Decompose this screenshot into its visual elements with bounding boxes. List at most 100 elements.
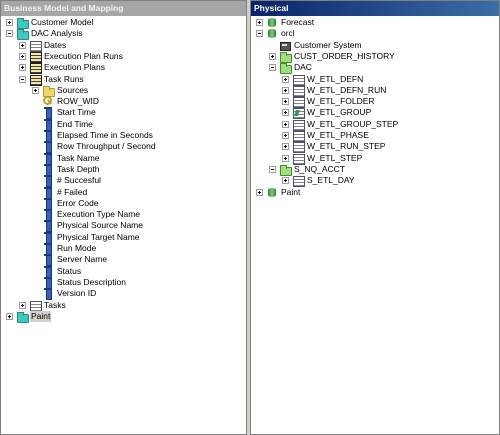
tree-item-dac-analysis[interactable]: DAC Analysis bbox=[1, 28, 246, 41]
column-icon bbox=[42, 118, 54, 131]
tree-item-cust-order-history[interactable]: CUST_ORDER_HISTORY bbox=[251, 51, 499, 63]
tree-item-task-runs[interactable]: Task Runs bbox=[1, 73, 246, 86]
tree-item-label: Physical Source Name bbox=[57, 220, 143, 231]
tree-item-error-code[interactable]: Error Code bbox=[1, 197, 246, 210]
folder-yellow-icon bbox=[42, 85, 55, 97]
expand-plus-icon[interactable] bbox=[6, 19, 13, 26]
tree-item-s-nq-acct[interactable]: S_NQ_ACCT bbox=[251, 164, 499, 176]
column-icon bbox=[42, 186, 54, 199]
tree-item-row-throughput[interactable]: Row Throughput / Second bbox=[1, 141, 246, 154]
tree-item-execution-type-name[interactable]: Execution Type Name bbox=[1, 209, 246, 222]
tree-item-label: Paint bbox=[281, 186, 301, 197]
tree-item-execution-plans[interactable]: Execution Plans bbox=[1, 62, 246, 75]
tree-item-num-failed[interactable]: # Failed bbox=[1, 186, 246, 199]
tree-item-dates[interactable]: Dates bbox=[1, 40, 246, 52]
tree-item-physical-source-name[interactable]: Physical Source Name bbox=[1, 220, 246, 233]
tree-item-label: orcl bbox=[281, 28, 295, 39]
tree-item-paint-db[interactable]: Paint bbox=[251, 187, 499, 198]
expand-plus-icon[interactable] bbox=[32, 86, 39, 94]
expand-plus-icon[interactable] bbox=[282, 132, 289, 139]
tree-item-dac[interactable]: DAC bbox=[251, 62, 499, 75]
table-icon bbox=[292, 96, 305, 109]
folder-green-icon bbox=[279, 164, 292, 176]
tree-item-task-name[interactable]: Task Name bbox=[1, 152, 246, 165]
tree-item-task-depth[interactable]: Task Depth bbox=[1, 163, 246, 176]
tree-item-w-etl-defn-run[interactable]: W_ETL_DEFN_RUN bbox=[251, 85, 499, 97]
tree-item-label: Execution Plan Runs bbox=[44, 50, 123, 61]
tree-item-w-etl-step[interactable]: W_ETL_STEP bbox=[251, 152, 499, 165]
collapse-minus-icon[interactable] bbox=[19, 75, 26, 83]
tree-item-num-succesful[interactable]: # Succesful bbox=[1, 175, 246, 188]
collapse-minus-icon[interactable] bbox=[6, 30, 13, 38]
tree-item-w-etl-group-step[interactable]: W_ETL_GROUP_STEP bbox=[251, 118, 499, 131]
fact-table-icon bbox=[29, 62, 42, 75]
tree-item-run-mode[interactable]: Run Mode bbox=[1, 243, 246, 255]
tree-item-label: DAC bbox=[294, 62, 312, 73]
table-icon bbox=[292, 85, 305, 97]
tree-item-version-id[interactable]: Version ID bbox=[1, 288, 246, 301]
tree-item-s-etl-day[interactable]: S_ETL_DAY bbox=[251, 175, 499, 188]
connection-pool-icon bbox=[279, 40, 291, 51]
expand-plus-icon[interactable] bbox=[282, 120, 289, 128]
tree-item-physical-target-name[interactable]: Physical Target Name bbox=[1, 231, 246, 244]
expand-plus-icon[interactable] bbox=[282, 75, 289, 83]
tree-item-sources[interactable]: Sources bbox=[1, 85, 246, 97]
expand-plus-icon[interactable] bbox=[282, 98, 289, 106]
database-icon bbox=[266, 28, 278, 39]
tree-item-label: S_ETL_DAY bbox=[307, 175, 355, 186]
expand-plus-icon[interactable] bbox=[19, 64, 26, 72]
tree-item-label: Task Runs bbox=[44, 73, 84, 84]
expand-plus-icon[interactable] bbox=[19, 41, 26, 49]
column-icon bbox=[42, 243, 54, 255]
tree-item-w-etl-folder[interactable]: W_ETL_FOLDER bbox=[251, 96, 499, 109]
expand-plus-icon[interactable] bbox=[256, 19, 263, 26]
column-icon bbox=[42, 152, 54, 165]
expand-plus-icon[interactable] bbox=[256, 188, 263, 196]
tree-item-status[interactable]: Status bbox=[1, 265, 246, 278]
tree-item-forecast[interactable]: Forecast bbox=[251, 17, 499, 28]
tree-item-elapsed-time[interactable]: Elapsed Time in Seconds bbox=[1, 130, 246, 142]
expand-plus-icon[interactable] bbox=[19, 301, 26, 309]
column-icon bbox=[42, 209, 54, 222]
tree-item-label: Version ID bbox=[57, 288, 97, 299]
table-icon bbox=[292, 141, 305, 154]
expand-plus-icon[interactable] bbox=[282, 177, 289, 185]
physical-pane-title: Physical bbox=[251, 1, 499, 16]
tree-item-label: Execution Plans bbox=[44, 62, 105, 73]
table-icon bbox=[29, 40, 42, 52]
tree-item-label: Paint bbox=[30, 310, 52, 322]
expand-plus-icon[interactable] bbox=[282, 143, 289, 151]
expand-plus-icon[interactable] bbox=[6, 312, 13, 320]
tree-item-end-time[interactable]: End Time bbox=[1, 118, 246, 131]
tree-item-label: Task Name bbox=[57, 152, 100, 163]
tree-item-server-name[interactable]: Server Name bbox=[1, 254, 246, 267]
expand-plus-icon[interactable] bbox=[19, 52, 26, 60]
tree-item-label: Row Throughput / Second bbox=[57, 141, 156, 152]
tree-item-label: Customer Model bbox=[31, 17, 94, 27]
tree-item-label: # Succesful bbox=[57, 175, 101, 186]
tree-item-w-etl-phase[interactable]: W_ETL_PHASE bbox=[251, 130, 499, 142]
expand-plus-icon[interactable] bbox=[282, 154, 289, 162]
tree-item-tasks[interactable]: Tasks bbox=[1, 300, 246, 312]
expand-plus-icon[interactable] bbox=[282, 109, 289, 117]
tree-item-status-description[interactable]: Status Description bbox=[1, 276, 246, 289]
collapse-minus-icon[interactable] bbox=[256, 30, 263, 38]
expand-plus-icon[interactable] bbox=[269, 52, 276, 60]
tree-item-label: W_ETL_STEP bbox=[307, 152, 363, 163]
collapse-minus-icon[interactable] bbox=[269, 165, 276, 173]
tree-item-paint[interactable]: Paint bbox=[1, 310, 246, 323]
tree-item-start-time[interactable]: Start Time bbox=[1, 107, 246, 120]
tree-item-orcl[interactable]: orcl bbox=[251, 28, 499, 39]
tree-item-execution-plan-runs[interactable]: Execution Plan Runs bbox=[1, 50, 246, 63]
tree-item-customer-system[interactable]: Customer System bbox=[251, 40, 499, 51]
column-icon bbox=[42, 130, 54, 142]
tree-item-customer-model[interactable]: Customer Model bbox=[1, 17, 246, 29]
tree-item-w-etl-run-step[interactable]: W_ETL_RUN_STEP bbox=[251, 141, 499, 154]
business-model-pane: Business Model and Mapping Customer Mode… bbox=[0, 0, 247, 435]
tree-item-label: W_ETL_GROUP_STEP bbox=[307, 118, 399, 129]
expand-plus-icon[interactable] bbox=[282, 86, 289, 94]
tree-item-row-wid[interactable]: ROW_WID bbox=[1, 96, 246, 107]
tree-item-w-etl-group[interactable]: W_ETL_GROUP bbox=[251, 107, 499, 120]
collapse-minus-icon[interactable] bbox=[269, 64, 276, 72]
tree-item-w-etl-defn[interactable]: W_ETL_DEFN bbox=[251, 74, 499, 86]
